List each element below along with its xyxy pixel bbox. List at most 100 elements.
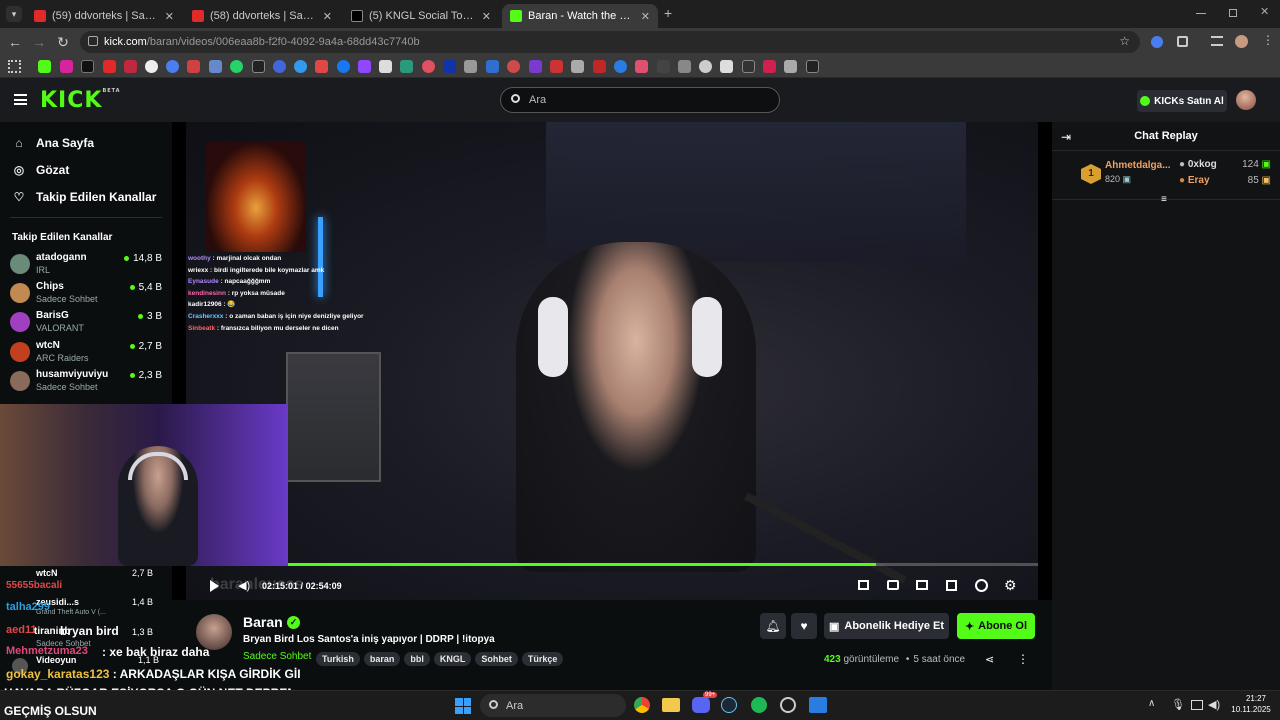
browser-tab[interactable]: (59) ddvorteks | Santos Ekspres ✕ [26, 4, 182, 28]
expand-leaderboard-icon[interactable]: ≡ [1161, 194, 1167, 205]
captions-icon[interactable] [916, 580, 928, 590]
app-icon[interactable] [780, 697, 796, 713]
clock-time[interactable]: 21:27 [1236, 694, 1276, 703]
bookmark-icon[interactable] [614, 60, 627, 73]
buy-kicks-button[interactable]: KICKs Satın Al [1137, 90, 1227, 112]
media-icon[interactable] [1211, 36, 1223, 46]
bookmark-kick-icon[interactable] [38, 60, 51, 73]
sidebar-channel[interactable]: Chips Sadece Sohbet 5,4 B [10, 281, 162, 307]
notifications-button[interactable]: 🔔︎ [760, 613, 786, 639]
leaderboard-entry[interactable]: ● 0xkog 124 ▣ [1179, 159, 1271, 170]
chrome-icon[interactable] [634, 697, 650, 713]
close-tab-icon[interactable]: ✕ [641, 10, 650, 23]
close-tab-icon[interactable]: ✕ [482, 10, 491, 23]
bookmark-icon[interactable] [379, 60, 392, 73]
bookmark-icon[interactable] [678, 60, 691, 73]
bookmark-icon[interactable] [529, 60, 542, 73]
bookmark-icon[interactable] [784, 60, 797, 73]
puzzle-icon[interactable] [1177, 36, 1188, 47]
streamer-name[interactable]: Baran [243, 614, 283, 630]
sidebar-channel[interactable]: wtcN ARC Raiders 2,7 B [10, 340, 162, 366]
bookmark-whatsapp-icon[interactable] [230, 60, 243, 73]
bookmark-instagram-icon[interactable] [60, 60, 73, 73]
url-input[interactable]: kick.com/baran/videos/006eaa8b-f2f0-4092… [80, 31, 1140, 53]
bookmark-icon[interactable] [635, 60, 648, 73]
back-icon[interactable]: ← [7, 34, 23, 50]
tag[interactable]: Türkçe [521, 652, 564, 666]
fullscreen-icon[interactable] [946, 580, 957, 591]
bookmark-icon[interactable] [657, 60, 670, 73]
tab-list-icon[interactable]: ▾ [6, 6, 22, 22]
bookmark-icon[interactable] [209, 60, 222, 73]
volume-icon[interactable]: ◀) [238, 579, 250, 592]
maximize-icon[interactable] [1229, 9, 1237, 17]
new-tab-button[interactable]: + [664, 5, 672, 21]
more-options-icon[interactable]: ⋮ [1017, 652, 1029, 666]
tag[interactable]: KNGL [433, 652, 472, 666]
bookmark-icon[interactable] [464, 60, 477, 73]
bookmark-youtube-icon[interactable] [103, 60, 116, 73]
user-avatar[interactable] [1236, 90, 1256, 110]
bookmark-icon[interactable] [315, 60, 328, 73]
nav-home[interactable]: ⌂ Ana Sayfa [12, 136, 94, 150]
video-player[interactable]: woothy : marjinal olcak ondan wriexx : b… [186, 122, 1038, 600]
tag[interactable]: bbl [404, 652, 430, 666]
bookmark-icon[interactable] [124, 60, 137, 73]
nav-browse[interactable]: ◎ Gözat [12, 163, 70, 177]
bookmark-icon[interactable] [742, 60, 755, 73]
bookmark-facebook-icon[interactable] [337, 60, 350, 73]
bookmark-icon[interactable] [593, 60, 606, 73]
display-icon[interactable] [1191, 700, 1203, 710]
bookmark-star-icon[interactable]: ☆ [1119, 34, 1130, 48]
bookmark-icon[interactable] [486, 60, 499, 73]
gift-subscription-button[interactable]: ▣ Abonelik Hediye Et [824, 613, 949, 639]
browser-tab[interactable]: (58) ddvorteks | Santos Ekspres ✕ [184, 4, 340, 28]
reload-icon[interactable]: ↻ [55, 34, 71, 50]
subscribe-button[interactable]: ✦ Abone Ol [957, 613, 1035, 639]
start-windows-icon[interactable] [455, 698, 471, 714]
browser-tab-active[interactable]: Baran - Watch the VOD on Kick ✕ [502, 4, 658, 28]
forward-icon[interactable]: → [31, 34, 47, 50]
clock-date[interactable]: 10.11.2025 [1226, 705, 1276, 714]
bookmark-icon[interactable] [422, 60, 435, 73]
seek-bar[interactable] [186, 563, 1038, 566]
bookmark-icon[interactable] [400, 60, 413, 73]
bookmark-icon[interactable] [763, 60, 776, 73]
steam-icon[interactable] [721, 697, 737, 713]
share-icon[interactable]: ⋖ [985, 653, 994, 666]
settings-icon[interactable]: ⚙ [1004, 577, 1017, 594]
tag[interactable]: Turkish [316, 652, 360, 666]
bookmark-icon[interactable] [443, 60, 456, 73]
minimize-icon[interactable] [1196, 13, 1206, 14]
leaderboard-name[interactable]: Ahmetdalga... [1105, 160, 1171, 171]
file-explorer-icon[interactable] [662, 698, 680, 712]
menu-icon[interactable] [14, 94, 27, 105]
close-tab-icon[interactable]: ✕ [323, 10, 332, 23]
tag[interactable]: Sohbet [475, 652, 518, 666]
volume-icon[interactable]: ◀) [1208, 698, 1220, 711]
sidebar-channel[interactable]: BarisG VALORANT 3 B [10, 310, 162, 336]
bookmark-icon[interactable] [273, 60, 286, 73]
tag[interactable]: baran [363, 652, 401, 666]
bookmark-icon[interactable] [166, 60, 179, 73]
bookmark-icon[interactable] [720, 60, 733, 73]
extension-icon[interactable] [1151, 36, 1163, 48]
sidebar-channel[interactable]: atadogann IRL 14,8 B [10, 252, 162, 278]
nav-following[interactable]: ♡ Takip Edilen Kanallar [12, 190, 157, 204]
app-icon[interactable] [809, 697, 827, 713]
kick-logo[interactable]: KICKBETA [40, 88, 121, 113]
theater-mode-icon[interactable] [887, 580, 899, 590]
bookmark-icon[interactable] [806, 60, 819, 73]
leaderboard-entry[interactable]: ● Eray 85 ▣ [1179, 175, 1271, 186]
tray-chevron-icon[interactable]: ∧ [1148, 698, 1155, 709]
bookmark-icon[interactable] [294, 60, 307, 73]
search-input[interactable]: Ara [500, 87, 780, 113]
bookmark-icon[interactable] [699, 60, 712, 73]
browser-tab[interactable]: (5) KNGL Social Topluluk / X ✕ [343, 4, 499, 28]
sidebar-channel[interactable]: husamviyuviyu Sadece Sohbet 2,3 B [10, 369, 162, 395]
discord-icon[interactable] [692, 697, 710, 713]
bookmark-icon[interactable] [550, 60, 563, 73]
spotify-icon[interactable] [751, 697, 767, 713]
miniplayer-icon[interactable] [858, 580, 869, 590]
apps-grid-icon[interactable] [8, 60, 21, 73]
